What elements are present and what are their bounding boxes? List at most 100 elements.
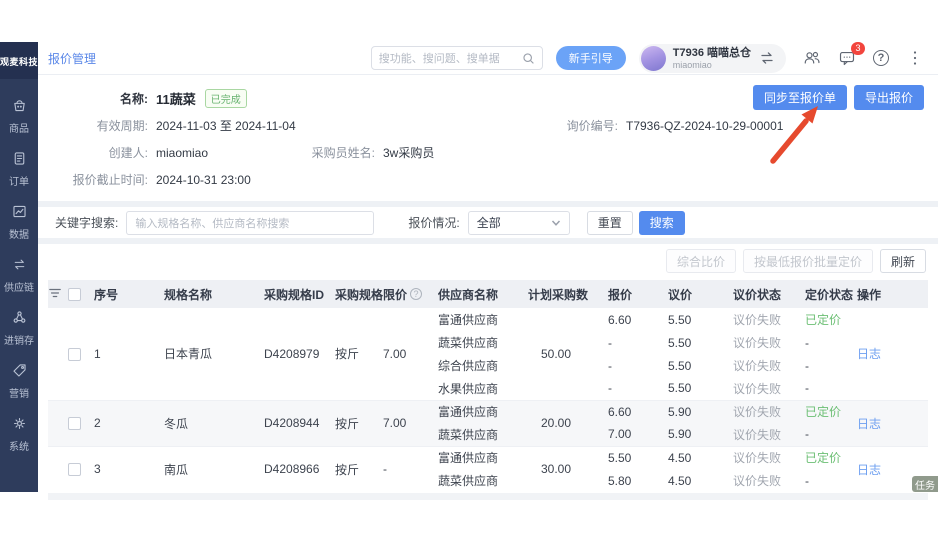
cell-price-status: 已定价 — [805, 445, 857, 469]
cell-operation: 日志 — [857, 308, 928, 400]
cell-quote-price: 5.50 — [608, 445, 668, 469]
buyer-field: 采购员姓名: 3w采购员 — [280, 144, 435, 161]
user-account: miaomiao — [672, 59, 712, 70]
cell-spacer — [48, 399, 68, 446]
cell-bargain-price: 4.50 — [668, 445, 733, 469]
quote-task-info: 名称: 11蔬菜 已完成 有效周期: 2024-11-03 至 2024-11-… — [38, 75, 938, 201]
topbar: 报价管理 搜功能、搜问题、搜单据 新手引导 T7936 喵喵总仓 miaomia… — [38, 42, 938, 75]
table-row: 2 冬瓜 D4208944 按斤 7.00 富通供应商 20.00 6.60 5.90 议价失败已… — [48, 399, 928, 446]
row-checkbox[interactable] — [68, 463, 81, 477]
cell-bargain-price: 5.50 — [668, 335, 692, 350]
cell-supplier-name: 富通供应商 — [438, 445, 528, 469]
sync-to-quote-button[interactable]: 同步至报价单 — [752, 85, 847, 110]
reset-button[interactable]: 重置 — [586, 210, 633, 235]
row-checkbox[interactable] — [68, 347, 81, 361]
sidebar-item-label: 供应链 — [4, 283, 34, 294]
cell-seq: 2 — [94, 399, 164, 446]
newbie-guide-button[interactable]: 新手引导 — [555, 46, 626, 70]
cell-bargain-price: 5.50 — [668, 381, 692, 396]
more-menu-icon[interactable] — [906, 49, 924, 67]
quote-status-select[interactable]: 全部 — [467, 210, 570, 235]
cell-limit-price: 7.00 — [383, 399, 438, 446]
cell-supplier-name: 水果供应商 — [438, 381, 499, 396]
info-row-period: 有效周期: 2024-11-03 至 2024-11-04 询价编号: T793… — [38, 112, 938, 139]
cell-limit-price: 7.00 — [383, 346, 407, 361]
compare-price-button[interactable]: 综合比价 — [665, 249, 736, 273]
breadcrumb[interactable]: 报价管理 — [48, 50, 96, 67]
cell-price-status: - — [805, 335, 809, 350]
creator-label: 创建人: — [108, 146, 148, 160]
batch-lowest-price-button[interactable]: 按最低报价批量定价 — [742, 249, 873, 273]
sidebar-item-basket[interactable]: 商品 — [0, 97, 38, 135]
log-link[interactable]: 日志 — [857, 417, 881, 431]
table-header-row: 序号 规格名称 采购规格ID 采购规格 限价? 供应商名称 计划采购数 报价 议价 议价状态 定价状… — [48, 280, 928, 308]
page-frame: 观麦科技 商品订单数据供应链进销存营销系统 报价管理 搜功能、搜问题、搜单据 新… — [0, 0, 938, 539]
sidebar-item-chart[interactable]: 数据 — [0, 203, 38, 241]
col-header-6: 计划采购数 — [528, 280, 608, 308]
log-link[interactable]: 日志 — [857, 463, 881, 477]
help-icon[interactable]: ? — [873, 50, 889, 66]
cell-bargain-status: 议价失败 — [733, 381, 782, 396]
column-settings-icon[interactable] — [48, 280, 68, 308]
keyword-input[interactable]: 输入规格名称、供应商名称搜索 — [126, 210, 375, 235]
select-all-checkbox[interactable] — [68, 288, 81, 302]
col-header-5: 供应商名称 — [438, 280, 528, 308]
cell-purchase-spec: 按斤 — [335, 399, 383, 446]
cell-spec-name: 冬瓜 — [164, 399, 264, 446]
cell-operation: 日志 — [857, 399, 928, 446]
sidebar-item-tag[interactable]: 营销 — [0, 362, 38, 400]
sidebar-item-gear[interactable]: 系统 — [0, 415, 38, 453]
keyword-label: 关键字搜索: — [55, 216, 119, 230]
col-header-7: 报价 — [608, 280, 668, 308]
quote-status-value: 全部 — [476, 216, 501, 230]
cell-seq: 3 — [94, 445, 164, 492]
switch-account-icon[interactable] — [758, 49, 776, 67]
log-link[interactable]: 日志 — [857, 347, 881, 361]
sidebar-item-supply[interactable]: 供应链 — [0, 256, 38, 294]
cell-spacer — [48, 308, 68, 400]
chevron-down-icon — [551, 219, 560, 226]
cell-plan-qty: 50.00 — [541, 346, 572, 361]
cell-plan-qty: 20.00 — [528, 399, 608, 446]
sidebar-item-inventory[interactable]: 进销存 — [0, 309, 38, 347]
quotes-table: 序号 规格名称 采购规格ID 采购规格 限价? 供应商名称 计划采购数 报价 议价 议价状态 定价状… — [48, 280, 928, 492]
quote-status-label: 报价情况: — [408, 216, 460, 230]
cell-spec-id: D4208966 — [264, 445, 335, 492]
cell-checkbox — [68, 445, 94, 492]
cell-quote-price: 5.80 — [608, 473, 632, 488]
cell-bargain-price: 5.90 — [668, 399, 733, 423]
row-checkbox[interactable] — [68, 417, 81, 431]
sidebar-item-order[interactable]: 订单 — [0, 150, 38, 188]
task-floating-tag[interactable]: 任务 — [912, 476, 938, 492]
cell-quote-price: 6.60 — [608, 312, 632, 327]
cell-supplier-name: 富通供应商 — [438, 399, 528, 423]
cell-purchase-spec: 按斤 — [335, 445, 383, 492]
topbar-icons: 3 ? — [803, 42, 924, 67]
cell-limit-price: - — [383, 445, 438, 492]
cell-spec-id: D4208979 — [264, 346, 320, 361]
limit-help-icon[interactable]: ? — [410, 288, 423, 300]
chart-icon — [11, 203, 28, 223]
table-body: 1 日本青瓜 D4208979 按斤 7.00 富通供应商 50.00 6.60 5.50 议价失… — [48, 308, 928, 492]
cell-supplier-name: 蔬菜供应商 — [438, 423, 528, 446]
user-menu[interactable]: T7936 喵喵总仓 miaomiao — [638, 43, 786, 73]
notification-badge: 3 — [851, 42, 865, 55]
contacts-icon[interactable] — [803, 49, 821, 67]
sidebar-item-label: 数据 — [9, 230, 29, 241]
avatar[interactable] — [640, 45, 666, 71]
cell-quote-price: - — [608, 358, 612, 373]
cell-price-status: - — [805, 358, 809, 373]
export-quote-button[interactable]: 导出报价 — [853, 85, 924, 110]
period-value: 2024-11-03 至 2024-11-04 — [156, 119, 296, 133]
search-button[interactable]: 搜索 — [638, 210, 685, 235]
refresh-button[interactable]: 刷新 — [879, 249, 926, 273]
global-search-placeholder: 搜功能、搜问题、搜单据 — [378, 53, 500, 65]
messages-icon[interactable]: 3 — [838, 42, 865, 67]
brand-logo: 观麦科技 — [0, 42, 38, 79]
deadline-value: 2024-10-31 23:00 — [156, 172, 251, 187]
cell-bargain-price: 4.50 — [668, 473, 692, 488]
buyer-value: 3w采购员 — [383, 146, 435, 160]
col-header-0: 序号 — [94, 280, 164, 308]
global-search-input[interactable]: 搜功能、搜问题、搜单据 — [370, 46, 543, 70]
quote-no-value: T7936-QZ-2024-10-29-00001 — [626, 118, 784, 133]
